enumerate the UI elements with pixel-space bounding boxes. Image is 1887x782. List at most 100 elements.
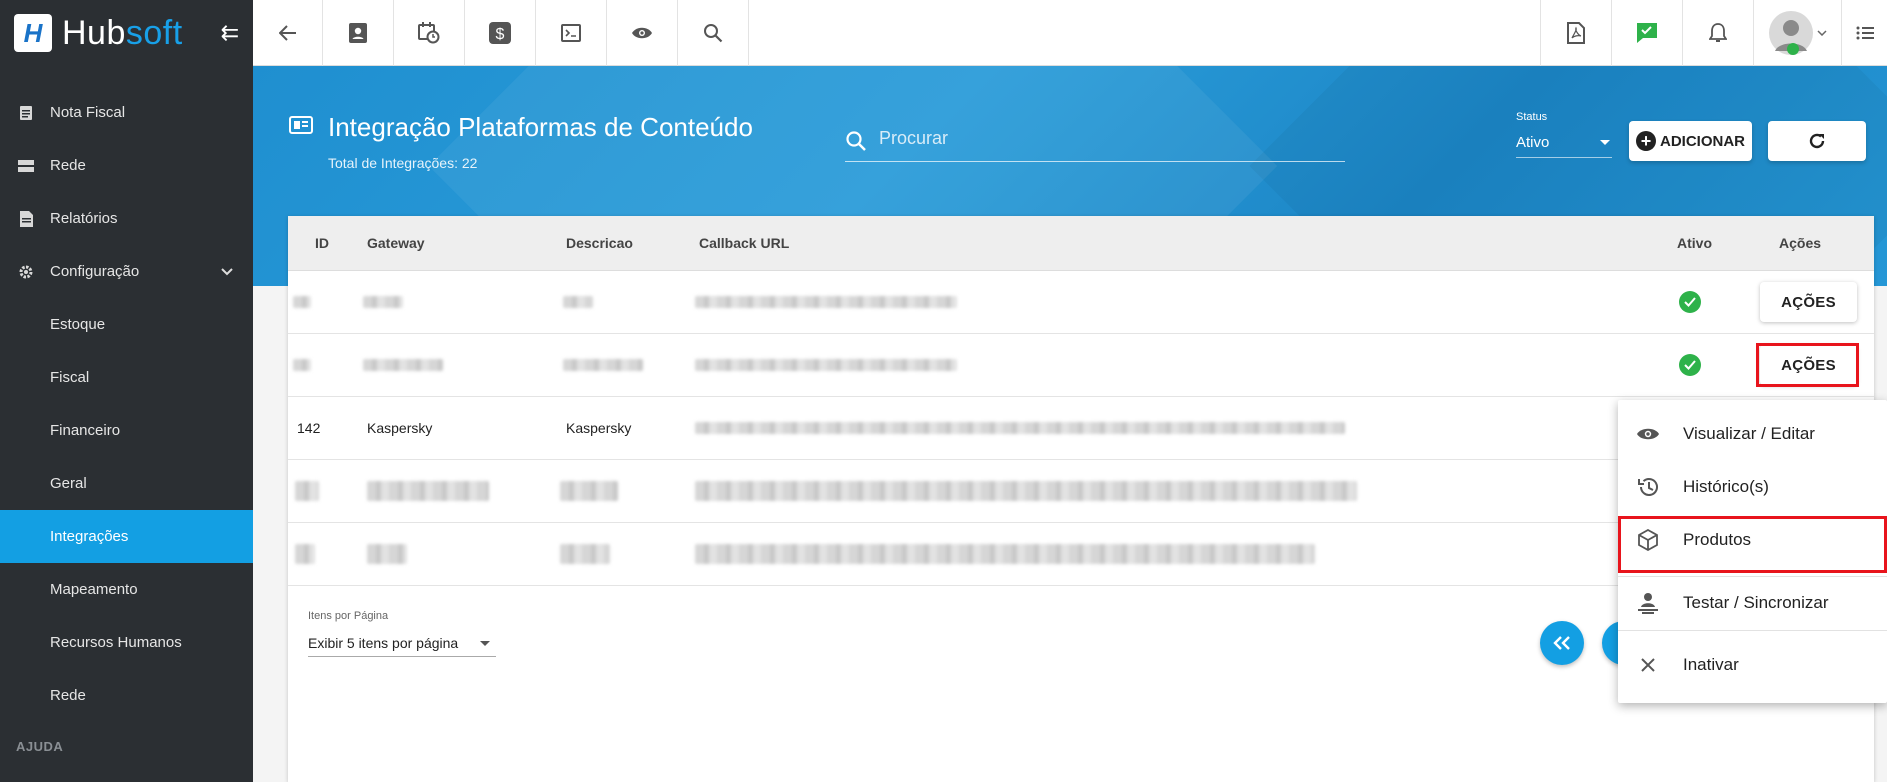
sidebar-item-label: Configuração	[50, 263, 140, 280]
sidebar-item-label: Fiscal	[50, 369, 90, 386]
menu-item-label: Testar / Sincronizar	[1683, 593, 1829, 612]
table-header: ID Gateway Descricao Callback URL Ativo …	[288, 216, 1874, 271]
menu-item-label: Inativar	[1683, 655, 1739, 674]
notifications-button[interactable]	[1682, 0, 1753, 66]
logo-bar: H Hubsoft ⇇	[0, 0, 253, 66]
pdf-button[interactable]	[1540, 0, 1611, 66]
sidebar-item-label: Rede	[50, 687, 86, 704]
sidebar-item-nota-fiscal[interactable]: Nota Fiscal	[0, 86, 253, 139]
page-subtitle: Total de Integrações: 22	[328, 155, 478, 171]
sidebar-subitem-estoque[interactable]: Estoque	[0, 298, 253, 351]
sync-person-icon	[1635, 591, 1661, 615]
table-row[interactable]: AÇÕES	[288, 334, 1874, 397]
refresh-button[interactable]	[1768, 121, 1866, 161]
column-header-descricao[interactable]: Descricao	[566, 235, 633, 251]
column-header-callback-url[interactable]: Callback URL	[699, 235, 789, 251]
chevron-down-icon[interactable]	[221, 263, 233, 280]
redacted-id	[293, 296, 311, 308]
sidebar-subitem-integracoes[interactable]: Integrações	[0, 510, 253, 563]
menu-item-testar-sincronizar[interactable]: Testar / Sincronizar	[1618, 577, 1887, 629]
terminal-button[interactable]	[536, 0, 607, 66]
brand-logo[interactable]: Hubsoft	[62, 14, 183, 53]
check-circle-icon	[1679, 354, 1701, 376]
caret-down-icon	[480, 641, 490, 646]
sidebar-item-label: Estoque	[50, 316, 106, 333]
report-icon	[16, 210, 36, 228]
actions-button[interactable]: AÇÕES	[1760, 282, 1857, 322]
add-button-label: ADICIONAR	[1660, 132, 1745, 150]
eye-icon	[632, 27, 652, 39]
check-circle-icon	[1679, 291, 1701, 313]
table-row[interactable]: AÇÕES	[288, 271, 1874, 334]
search-input[interactable]	[879, 128, 1339, 149]
sidebar-item-configuracao[interactable]: Configuração	[0, 245, 253, 298]
sidebar-item-label: Mapeamento	[50, 581, 138, 598]
contacts-button[interactable]	[323, 0, 394, 66]
add-button[interactable]: + ADICIONAR	[1629, 121, 1752, 161]
items-per-page-label: Itens por Página	[308, 610, 389, 622]
collapse-sidebar-icon[interactable]: ⇇	[221, 20, 239, 46]
items-per-page-value: Exibir 5 itens por página	[308, 635, 459, 651]
sidebar-subitem-recursos-humanos[interactable]: Recursos Humanos	[0, 616, 253, 669]
sidebar-item-label: Geral	[50, 475, 87, 492]
sidebar-item-rede[interactable]: Rede	[0, 139, 253, 192]
sidebar-subitem-fiscal[interactable]: Fiscal	[0, 351, 253, 404]
terminal-icon	[561, 24, 581, 42]
redacted-callback-url	[695, 422, 1345, 434]
column-header-ativo[interactable]: Ativo	[1677, 235, 1712, 251]
view-button[interactable]	[607, 0, 678, 66]
column-header-id[interactable]: ID	[315, 235, 329, 251]
double-chevron-left-icon	[1553, 636, 1570, 650]
caret-down-icon	[1600, 140, 1610, 145]
menu-item-historico[interactable]: Histórico(s)	[1618, 461, 1887, 513]
schedule-button[interactable]	[394, 0, 465, 66]
sidebar-item-label: Recursos Humanos	[50, 634, 182, 651]
sidebar-item-label: Financeiro	[50, 422, 121, 439]
redacted-descricao	[563, 359, 643, 371]
first-page-button[interactable]	[1540, 621, 1584, 665]
redacted-id	[295, 544, 315, 564]
plus-circle-icon: +	[1636, 131, 1656, 151]
redacted-callback-url	[695, 544, 1315, 564]
sidebar-item-label: Rede	[50, 157, 86, 174]
column-header-acoes[interactable]: Ações	[1779, 235, 1821, 251]
sidebar-item-relatorios[interactable]: Relatórios	[0, 192, 253, 245]
sidebar-subitem-geral[interactable]: Geral	[0, 457, 253, 510]
back-button[interactable]	[253, 0, 323, 66]
avatar	[1768, 11, 1813, 55]
redacted-gateway	[367, 481, 489, 501]
redacted-gateway	[363, 359, 443, 371]
refresh-icon	[1809, 133, 1825, 149]
search-button[interactable]	[678, 0, 749, 66]
document-icon	[16, 104, 36, 122]
menu-item-inativar[interactable]: Inativar	[1618, 639, 1887, 691]
menu-divider	[1618, 630, 1887, 631]
bell-icon	[1709, 23, 1727, 42]
sidebar-subitem-rede[interactable]: Rede	[0, 669, 253, 722]
finance-button[interactable]: $	[465, 0, 536, 66]
user-menu-button[interactable]	[1753, 0, 1841, 66]
list-menu-button[interactable]	[1841, 0, 1887, 66]
redacted-id	[293, 359, 311, 371]
svg-text:$: $	[496, 26, 505, 43]
column-header-gateway[interactable]: Gateway	[367, 235, 425, 251]
menu-item-label: Histórico(s)	[1683, 477, 1769, 496]
integration-icon	[289, 116, 313, 141]
messages-button[interactable]	[1611, 0, 1682, 66]
status-select[interactable]: Ativo	[1516, 130, 1612, 158]
brand-part-a: Hub	[62, 13, 126, 52]
brand-part-b: soft	[125, 13, 183, 52]
sidebar-subitem-mapeamento[interactable]: Mapeamento	[0, 563, 253, 616]
cell-id: 142	[297, 420, 321, 436]
topbar: $	[253, 0, 1887, 66]
page-title: Integração Plataformas de Conteúdo	[328, 112, 753, 142]
redacted-descricao	[560, 481, 618, 501]
sidebar-item-label: Relatórios	[50, 210, 118, 227]
menu-item-visualizar-editar[interactable]: Visualizar / Editar	[1618, 408, 1887, 460]
redacted-descricao	[560, 544, 610, 564]
items-per-page-select[interactable]: Exibir 5 itens por página	[308, 627, 496, 657]
history-icon	[1635, 475, 1661, 499]
sidebar-item-label: Integrações	[50, 528, 129, 545]
list-icon	[1856, 26, 1874, 40]
sidebar-subitem-financeiro[interactable]: Financeiro	[0, 404, 253, 457]
